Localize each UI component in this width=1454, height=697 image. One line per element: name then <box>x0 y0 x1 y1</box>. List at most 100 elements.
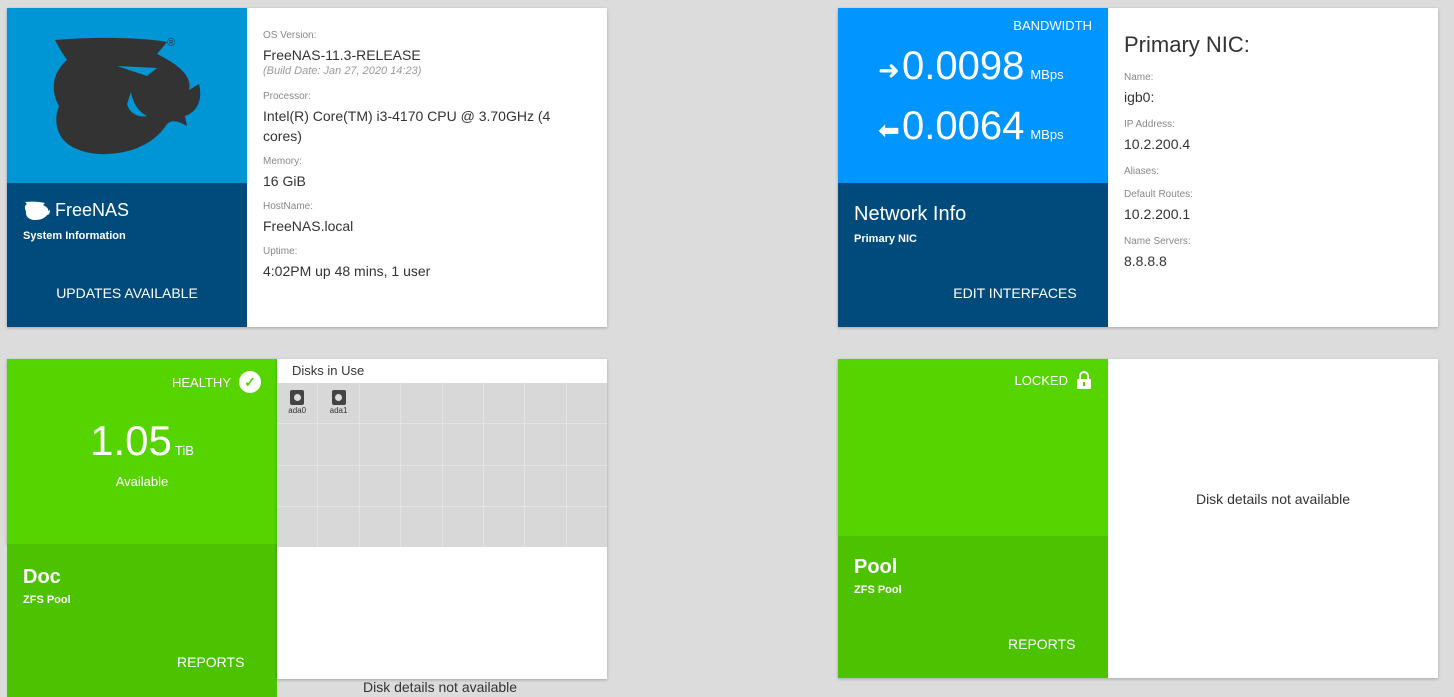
pool-doc-disk-details-na: Disk details not available <box>363 679 518 695</box>
empty-disk-slot <box>401 383 442 424</box>
empty-disk-slot <box>566 424 607 465</box>
empty-disk-slot <box>277 506 318 547</box>
empty-disk-slot <box>483 465 525 506</box>
empty-disk-slot <box>359 383 401 424</box>
pool-locked-name: Pool <box>854 556 898 578</box>
empty-disk-slot <box>442 424 483 465</box>
empty-disk-slot <box>525 424 566 465</box>
system-info-sidebar: ® FreeNAS System Information UPDATES AVA… <box>7 8 247 327</box>
name-servers-label: Name Servers: <box>1124 236 1191 247</box>
primary-nic-title: Primary NIC: <box>1124 32 1250 57</box>
empty-disk-slot <box>442 383 483 424</box>
bandwidth-panel: BANDWIDTH ➜ 0.0098 MBps ⬅ 0.0064 MBps <box>838 8 1108 183</box>
system-info-card: ® FreeNAS System Information UPDATES AVA… <box>7 8 607 327</box>
arrow-left-icon: ⬅ <box>878 115 900 145</box>
pool-locked-status-panel: LOCKED <box>838 359 1108 536</box>
empty-disk-slot <box>359 506 401 547</box>
empty-disk-slot <box>525 465 566 506</box>
empty-disk-slot <box>277 465 318 506</box>
ip-address-value: 10.2.200.4 <box>1124 136 1191 152</box>
nic-name-label: Name: <box>1124 72 1154 83</box>
pool-doc-status: HEALTHY ✓ <box>172 371 261 393</box>
memory-value: 16 GiB <box>263 173 306 189</box>
pool-locked-type: ZFS Pool <box>854 584 902 596</box>
memory-label: Memory: <box>263 156 302 167</box>
network-info-subtitle: Primary NIC <box>854 233 917 245</box>
nic-name-value: igb0: <box>1124 89 1155 105</box>
empty-disk-slot <box>525 506 566 547</box>
available-label: Available <box>115 474 169 489</box>
pool-doc-footer: Doc ZFS Pool REPORTS <box>7 544 277 697</box>
rx-rate: ⬅ 0.0064 MBps <box>878 104 1064 149</box>
tx-unit: MBps <box>1030 67 1064 82</box>
default-routes-label: Default Routes: <box>1124 189 1193 200</box>
empty-disk-slot <box>318 506 359 547</box>
empty-disk-slot <box>442 506 483 547</box>
default-routes-value: 10.2.200.1 <box>1124 206 1191 222</box>
bandwidth-label: BANDWIDTH <box>1013 18 1092 33</box>
system-info-footer: FreeNAS System Information UPDATES AVAIL… <box>7 183 247 327</box>
empty-disk-slot <box>483 506 525 547</box>
processor-label: Processor: <box>263 91 311 102</box>
pool-locked-reports-button[interactable]: REPORTS <box>1008 636 1075 652</box>
pool-locked-status: LOCKED <box>1015 371 1092 389</box>
freenas-logo-area: ® <box>7 8 247 183</box>
disk-slot[interactable]: ada0 <box>277 383 318 424</box>
freenas-shark-logo: ® <box>53 37 201 155</box>
primary-nic-details: Primary NIC: Name: igb0: IP Address: 10.… <box>1124 32 1424 271</box>
disk-label: ada0 <box>288 406 307 415</box>
lock-icon <box>1077 371 1091 389</box>
disks-in-use-title: Disks in Use <box>292 363 365 378</box>
available-space: 1.05 TiB <box>7 417 277 465</box>
hard-drive-icon <box>290 390 305 405</box>
ip-address-label: IP Address: <box>1124 119 1175 130</box>
pool-doc-status-panel: HEALTHY ✓ 1.05 TiB Available <box>7 359 277 544</box>
empty-disk-slot <box>566 506 607 547</box>
pool-doc-name: Doc <box>23 566 61 588</box>
hard-drive-icon <box>331 390 346 405</box>
empty-disk-slot <box>359 424 401 465</box>
build-date: (Build Date: Jan 27, 2020 14:23) <box>263 65 422 77</box>
edit-interfaces-button[interactable]: EDIT INTERFACES <box>838 285 1192 301</box>
available-value: 1.05 <box>90 417 172 464</box>
freenas-brand: FreeNAS <box>23 199 129 221</box>
disk-label: ada1 <box>329 406 348 415</box>
empty-disk-slot <box>566 383 607 424</box>
updates-available-button[interactable]: UPDATES AVAILABLE <box>7 285 247 301</box>
disk-slot[interactable]: ada1 <box>318 383 359 424</box>
empty-disk-slot <box>318 424 359 465</box>
locked-label: LOCKED <box>1014 372 1068 388</box>
empty-disk-slot <box>442 465 483 506</box>
pool-doc-card: HEALTHY ✓ 1.05 TiB Available Doc ZFS Pool… <box>7 359 607 697</box>
network-info-card: BANDWIDTH ➜ 0.0098 MBps ⬅ 0.0064 MBps Ne… <box>838 8 1438 327</box>
hostname-value: FreeNAS.local <box>263 218 354 234</box>
brand-name: FreeNAS <box>55 199 130 220</box>
empty-disk-slot <box>401 465 442 506</box>
network-info-footer: Network Info Primary NIC EDIT INTERFACES <box>838 183 1108 327</box>
empty-disk-slot <box>318 465 359 506</box>
hostname-label: HostName: <box>263 201 314 212</box>
disks-in-use-panel: Disks in Use ada0 ada1 <box>277 359 607 679</box>
healthy-label: HEALTHY <box>172 374 231 390</box>
network-info-title: Network Info <box>854 203 967 225</box>
disk-grid: ada0 ada1 <box>277 383 607 547</box>
pool-locked-disk-details-na: Disk details not available <box>1195 491 1351 507</box>
empty-disk-slot <box>483 383 525 424</box>
check-circle-icon: ✓ <box>239 371 261 393</box>
tx-rate: ➜ 0.0098 MBps <box>878 44 1064 89</box>
tx-value: 0.0098 <box>902 44 1025 88</box>
os-version-value: FreeNAS-11.3-RELEASE <box>263 47 421 63</box>
system-info-details: OS Version: FreeNAS-11.3-RELEASE (Build … <box>263 30 593 281</box>
pool-locked-card: LOCKED Pool ZFS Pool REPORTS Disk detail… <box>838 359 1438 678</box>
brand-subtitle: System Information <box>23 230 126 242</box>
rx-value: 0.0064 <box>902 104 1025 148</box>
pool-locked-footer: Pool ZFS Pool REPORTS <box>838 536 1108 678</box>
empty-disk-slot <box>359 465 401 506</box>
pool-doc-reports-button[interactable]: REPORTS <box>177 654 244 670</box>
uptime-value: 4:02PM up 48 mins, 1 user <box>263 263 431 279</box>
pool-doc-type: ZFS Pool <box>23 594 71 606</box>
name-servers-value: 8.8.8.8 <box>1124 253 1167 269</box>
available-unit: TiB <box>174 443 194 458</box>
empty-disk-slot <box>483 424 525 465</box>
uptime-label: Uptime: <box>263 246 298 257</box>
